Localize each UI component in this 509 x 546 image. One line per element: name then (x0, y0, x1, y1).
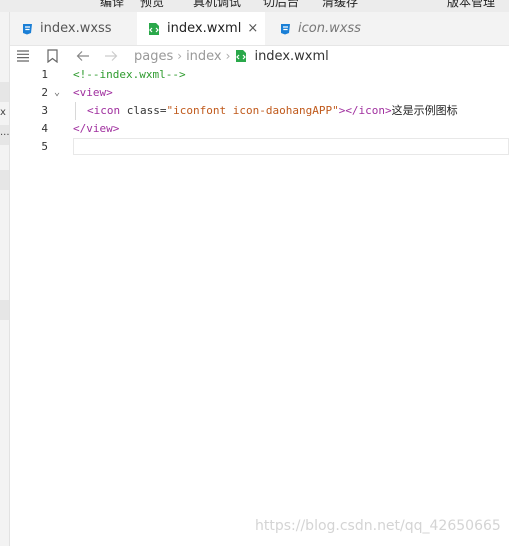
explorer-item-fragment[interactable]: x (0, 107, 9, 118)
editor-tab-bar: index.wxss index.wxml × icon.wxss (10, 12, 509, 46)
code-tag: <icon (87, 104, 127, 117)
code-line-1[interactable]: 1 <!--index.wxml--> (10, 66, 509, 84)
code-line-2[interactable]: 2 ⌄ <view> (10, 84, 509, 102)
toolbar-preview-button[interactable]: 预览 (140, 0, 164, 10)
tab-index-wxml[interactable]: index.wxml × (137, 12, 265, 45)
code-text: 这是示例图标 (391, 104, 458, 117)
css-file-icon (20, 22, 34, 36)
breadcrumb-item-index[interactable]: index (186, 49, 222, 64)
explorer-row-selected[interactable]: ... (0, 125, 9, 145)
close-icon[interactable]: × (247, 21, 258, 36)
line-number: 5 (41, 140, 48, 153)
explorer-row[interactable] (0, 300, 9, 320)
top-toolbar: 编译 预览 真机调试 切后台 清缓存 版本管理 (0, 0, 509, 12)
tab-icon-wxss[interactable]: icon.wxss (268, 12, 388, 45)
code-line-5[interactable]: 5 (10, 138, 509, 156)
watermark: https://blog.csdn.net/qq_42650665 (255, 518, 501, 534)
code-tag: <view> (73, 86, 113, 99)
code-tag: </icon> (345, 104, 392, 117)
line-number: 2 (41, 86, 48, 99)
code-editor[interactable]: 1 <!--index.wxml--> 2 ⌄ <view> 3 <icon c… (10, 66, 509, 546)
wxml-file-icon (234, 49, 248, 63)
explorer-row[interactable] (0, 82, 9, 102)
code-line-3[interactable]: 3 <icon class="iconfont icon-daohangAPP"… (10, 102, 509, 120)
toolbar-clear-cache-button[interactable]: 清缓存 (322, 0, 358, 10)
code-string: "iconfont icon-daohangAPP" (166, 104, 339, 117)
chevron-right-icon: › (225, 49, 231, 63)
toolbar-version-management-button[interactable]: 版本管理 (447, 0, 495, 10)
code-line-4[interactable]: 4 </view> (10, 120, 509, 138)
file-explorer-panel: x ... (0, 12, 10, 546)
toolbar-compile-button[interactable]: 编译 (100, 0, 124, 10)
breadcrumb-item-pages[interactable]: pages (134, 49, 173, 64)
toolbar-background-button[interactable]: 切后台 (263, 0, 299, 10)
line-number: 1 (41, 68, 48, 81)
code-comment: <!--index.wxml--> (73, 68, 186, 81)
chevron-right-icon: › (177, 49, 183, 63)
line-number: 3 (41, 104, 48, 117)
bookmark-icon[interactable] (46, 49, 58, 63)
fold-chevron-icon[interactable]: ⌄ (54, 84, 60, 102)
tab-label: index.wxml (167, 21, 242, 36)
code-attribute: class= (126, 104, 167, 117)
breadcrumb-item-file[interactable]: index.wxml (254, 49, 328, 64)
forward-arrow-icon[interactable] (104, 50, 118, 62)
tab-label: index.wxss (40, 21, 112, 36)
code-tag: </view> (73, 122, 120, 135)
list-icon[interactable] (16, 50, 30, 62)
tab-index-wxss[interactable]: index.wxss (10, 12, 135, 45)
breadcrumb: pages › index › index.wxml (10, 46, 509, 66)
back-arrow-icon[interactable] (76, 50, 90, 62)
toolbar-real-device-debug-button[interactable]: 真机调试 (193, 0, 241, 10)
line-number: 4 (41, 122, 48, 135)
tab-label: icon.wxss (298, 21, 361, 36)
explorer-row[interactable] (0, 170, 9, 190)
css-file-icon (278, 22, 292, 36)
wxml-file-icon (147, 22, 161, 36)
